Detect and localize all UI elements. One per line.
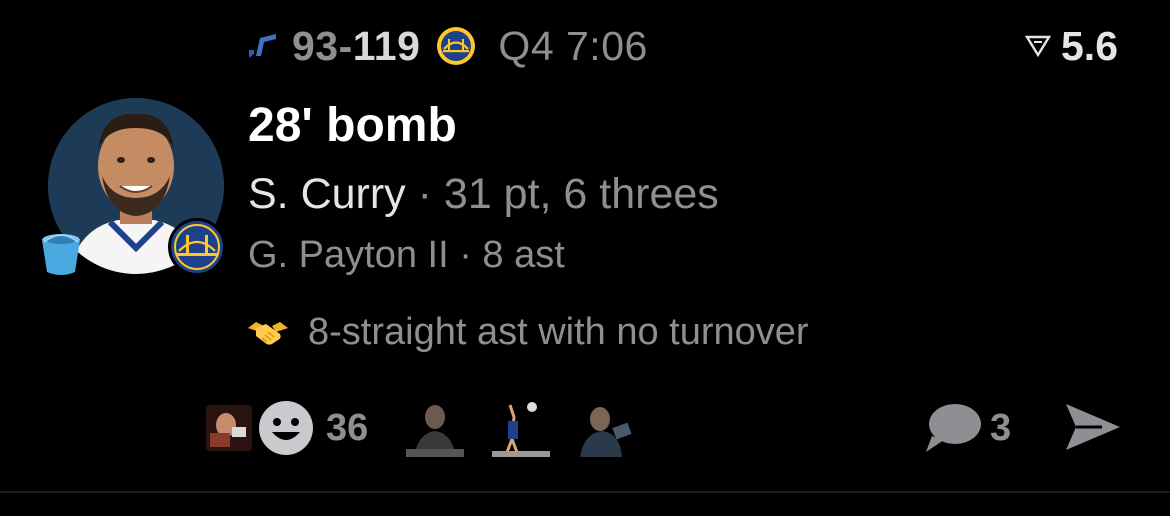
home-score: 93: [292, 22, 339, 69]
comment-count: 3: [990, 406, 1012, 449]
play-headline: 28' bomb: [248, 99, 457, 152]
comment-bubble-icon: [926, 404, 981, 452]
triangle-filter-icon: [1025, 35, 1051, 58]
play-note-text: 8-straight ast with no turnover: [308, 310, 809, 353]
score-separator: -: [338, 22, 353, 69]
reaction-count[interactable]: 36: [326, 407, 368, 450]
reaction-thumbnail-2[interactable]: [406, 399, 465, 457]
score-row: 93 - 119 Q4 7:06: [246, 22, 648, 70]
scorer-stats: · 31 pt, 6 threes: [405, 170, 719, 218]
team-badge-warriors: [168, 218, 226, 276]
add-reaction-smile-icon[interactable]: [258, 400, 314, 456]
game-clock: Q4 7:06: [498, 22, 648, 69]
bucket-icon: [42, 234, 80, 275]
comments-button[interactable]: 3: [924, 398, 1011, 458]
handshake-icon: [248, 322, 288, 345]
warriors-bridge-icon: [172, 222, 222, 272]
scorer-name[interactable]: S. Curry: [248, 170, 406, 218]
reaction-thumbnail-1[interactable]: [206, 405, 252, 451]
metric-value: 5.6: [1061, 22, 1118, 69]
feed-card[interactable]: 93 - 119 Q4 7:06 5.6 28' bomb S. Curry ·…: [0, 0, 1170, 490]
away-score: 119: [352, 22, 421, 69]
utah-jazz-note-icon: [249, 34, 276, 58]
reactions-bar: 36: [206, 396, 664, 460]
player-avatar-group[interactable]: [42, 98, 226, 276]
play-metric: 5.6: [1025, 22, 1118, 70]
play-note: 8-straight ast with no turnover: [246, 310, 809, 354]
warriors-logo-icon: [437, 27, 476, 65]
scorer-line: S. Curry · 31 pt, 6 threes: [248, 170, 719, 219]
card-divider: [0, 491, 1170, 493]
reaction-thumbnail-4[interactable]: [578, 399, 637, 457]
share-send-icon[interactable]: [1062, 400, 1124, 454]
assist-line: G. Payton II · 8 ast: [248, 234, 565, 276]
reaction-thumbnail-3[interactable]: [492, 399, 551, 457]
